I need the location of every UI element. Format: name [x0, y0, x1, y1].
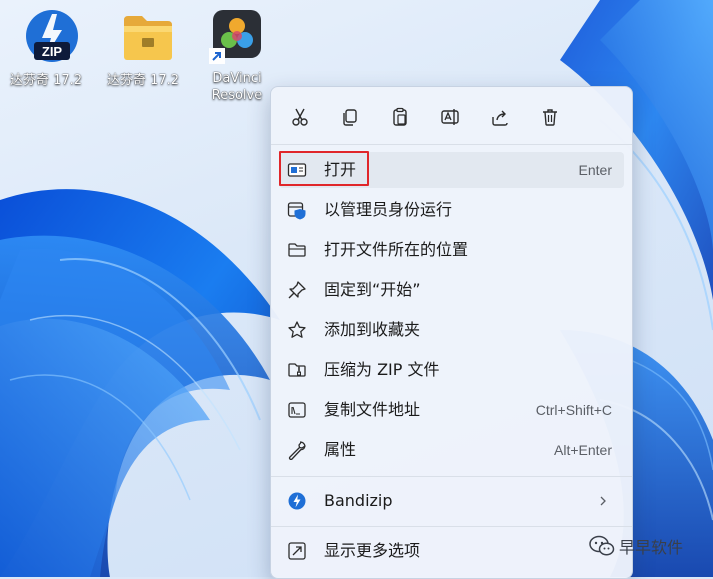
menu-item-open-file-location[interactable]: 打开文件所在的位置 [279, 232, 624, 268]
folder-icon [124, 16, 172, 60]
menu-item-copy-path[interactable]: 复制文件地址 Ctrl+Shift+C [279, 392, 624, 428]
admin-shield-icon [287, 202, 306, 220]
star-icon [288, 321, 306, 338]
delete-button[interactable] [533, 101, 567, 133]
wrench-icon [288, 441, 306, 460]
menu-item-shortcut: Ctrl+Shift+C [535, 402, 612, 418]
delete-icon [543, 109, 557, 126]
rename-icon [441, 109, 459, 125]
zip-archive-icon: ZIP [26, 10, 78, 62]
pin-icon [288, 281, 306, 299]
menu-item-properties[interactable]: 属性 Alt+Enter [279, 432, 624, 468]
menu-separator [271, 144, 632, 145]
more-options-icon [288, 542, 306, 560]
wechat-icon [589, 535, 615, 556]
desktop-icon-label-line2: Resolve [211, 88, 263, 103]
paste-button[interactable] [383, 101, 417, 133]
menu-separator [271, 476, 632, 477]
shortcut-arrow-icon [209, 48, 225, 64]
menu-item-shortcut: Alt+Enter [554, 442, 612, 458]
folder-open-icon [288, 243, 306, 257]
copy-icon [343, 109, 357, 126]
desktop-icon-label-line1: DaVinci [212, 71, 262, 86]
menu-item-label: 复制文件地址 [324, 400, 421, 419]
menu-item-label: 添加到收藏夹 [324, 320, 421, 339]
menu-item-shortcut: Enter [578, 162, 612, 178]
menu-item-pin-to-start[interactable]: 固定到“开始” [279, 272, 624, 308]
menu-item-add-to-favorites[interactable]: 添加到收藏夹 [279, 312, 624, 348]
menu-item-label: 压缩为 ZIP 文件 [324, 360, 440, 379]
bandizip-icon [288, 492, 306, 510]
watermark: 早早软件 [589, 532, 683, 560]
desktop-icon-label: 达芬奇 17.2 [9, 73, 83, 88]
watermark-text: 早早软件 [619, 538, 684, 557]
share-button[interactable] [483, 101, 517, 133]
menu-item-show-more-options[interactable]: 显示更多选项 [279, 533, 624, 569]
highlight-box [279, 151, 369, 186]
menu-item-label: Bandizip [324, 491, 393, 510]
desktop-icon-folder[interactable]: 达芬奇 17.2 [103, 8, 183, 89]
desktop-icon-zip[interactable]: ZIP 达芬奇 17.2 [6, 8, 86, 89]
menu-item-label: 固定到“开始” [324, 280, 421, 299]
copy-button[interactable] [333, 101, 367, 133]
paste-icon [393, 107, 407, 126]
cut-button[interactable] [283, 101, 317, 133]
cut-icon [292, 108, 308, 126]
menu-item-run-as-admin[interactable]: 以管理员身份运行 [279, 192, 624, 228]
menu-separator [271, 526, 632, 527]
desktop-icon-label: 达芬奇 17.2 [106, 73, 180, 88]
menu-item-label: 属性 [324, 440, 357, 459]
rename-button[interactable] [433, 101, 467, 133]
desktop-icon-davinci-resolve[interactable]: DaVinci Resolve [197, 8, 277, 104]
share-icon [492, 110, 508, 126]
menu-item-bandizip[interactable]: Bandizip [279, 483, 624, 519]
zip-folder-icon [288, 363, 306, 377]
menu-item-label: 打开文件所在的位置 [324, 240, 469, 259]
copy-path-icon [288, 402, 306, 418]
menu-item-compress-zip[interactable]: 压缩为 ZIP 文件 [279, 352, 624, 388]
menu-item-label: 以管理员身份运行 [324, 200, 453, 219]
menu-item-label: 显示更多选项 [324, 541, 421, 560]
svg-text:ZIP: ZIP [42, 44, 63, 59]
chevron-right-icon [600, 496, 606, 506]
